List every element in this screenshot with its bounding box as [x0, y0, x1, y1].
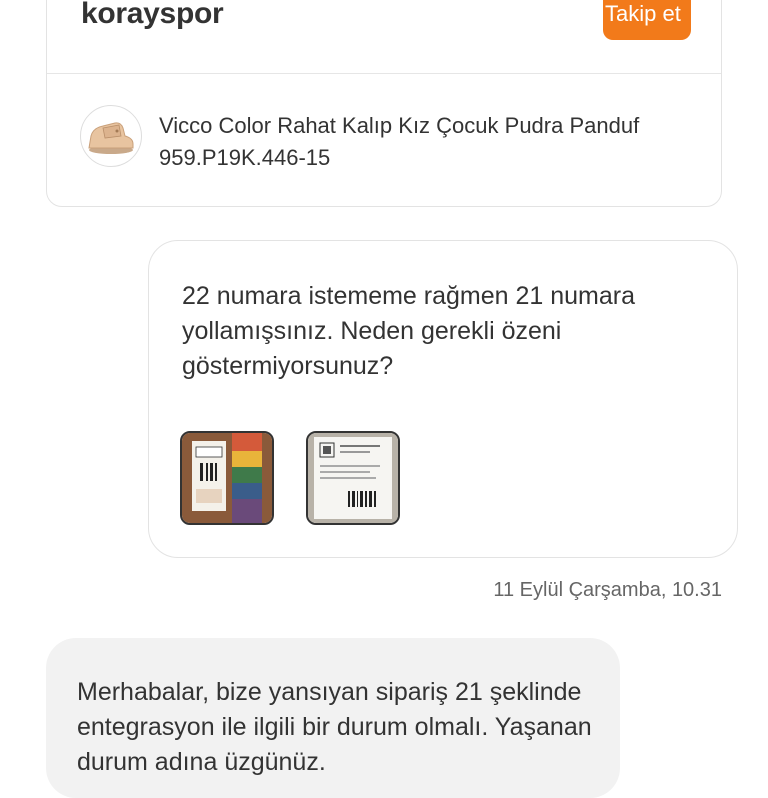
attachment-image-box-label[interactable] — [180, 431, 274, 525]
message-timestamp: 11 Eylül Çarşamba, 10.31 — [493, 579, 722, 601]
incoming-message-bubble: Merhabalar, bize yansıyan sipariş 21 şek… — [46, 638, 620, 798]
photo-box-label-icon — [182, 433, 272, 523]
product-name[interactable]: Vicco Color Rahat Kalıp Kız Çocuk Pudra … — [159, 113, 639, 139]
message-text: Merhabalar, bize yansıyan sipariş 21 şek… — [77, 678, 592, 776]
attachment-image-shipping-label[interactable] — [306, 431, 400, 525]
product-thumbnail[interactable] — [80, 105, 142, 167]
shoe-icon — [88, 122, 134, 154]
seller-card: korayspor Takip et Vicco Color Rahat Kal… — [46, 0, 722, 207]
message-text: 22 numara istememe rağmen 21 numara yoll… — [182, 282, 636, 380]
outgoing-message-bubble: 22 numara istememe rağmen 21 numara yoll… — [148, 240, 738, 558]
follow-button[interactable]: Takip et — [603, 0, 691, 40]
seller-name[interactable]: korayspor — [81, 0, 224, 31]
photo-shipping-label-icon — [308, 433, 398, 523]
product-code: 959.P19K.446-15 — [159, 145, 331, 170]
divider — [47, 73, 721, 74]
